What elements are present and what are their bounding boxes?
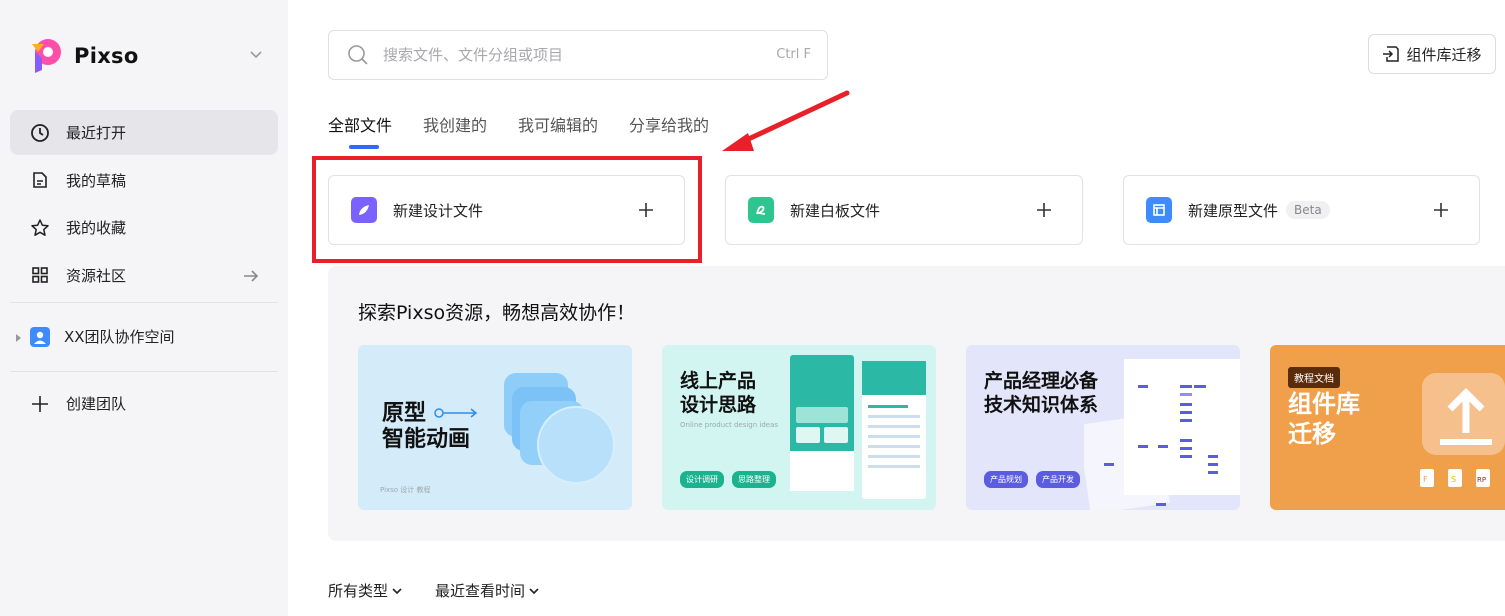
sidebar-item-favorites[interactable]: 我的收藏: [10, 205, 278, 250]
sidebar-nav: 最近打开 我的草稿 我的收藏 资源社区 XX团队协作空间 创建团队: [10, 110, 278, 432]
brand-name: Pixso: [74, 44, 139, 68]
chevron-down-icon: [529, 587, 539, 594]
whiteboard-icon: [748, 197, 774, 223]
team-avatar-icon: [30, 326, 50, 347]
create-team-button[interactable]: 创建团队: [10, 376, 278, 432]
banner-title-line1: 原型: [382, 401, 427, 426]
banner-tag: 产品开发: [1036, 471, 1080, 488]
svg-text:RP: RP: [1477, 476, 1486, 484]
arrow-right-icon: [244, 269, 259, 282]
plus-icon: [32, 395, 48, 412]
tab-created-by-me[interactable]: 我创建的: [423, 112, 487, 148]
banner-title-line2: 技术知识体系: [984, 394, 1099, 416]
new-whiteboard-file-label: 新建白板文件: [790, 201, 881, 220]
banner-prototype-animation[interactable]: 原型 智能动画 Pixso 设计 教程: [358, 345, 632, 510]
mobile-mockups-icon: [790, 355, 926, 499]
banner-component-migration[interactable]: 教程文档 组件库 迁移 F S RP: [1270, 345, 1505, 510]
explore-panel: 探索Pixso资源，畅想高效协作！ 原型 智能动画 Pixso 设计 教程 线上…: [328, 266, 1505, 541]
sidebar-item-team[interactable]: XX团队协作空间: [10, 307, 278, 367]
sidebar-item-label: 我的收藏: [66, 219, 127, 237]
banner-title-line2: 智能动画: [382, 427, 471, 452]
svg-text:F: F: [1423, 475, 1428, 484]
banner-tag: 设计调研: [680, 471, 724, 488]
sidebar-item-label: 我的草稿: [66, 171, 127, 190]
brand[interactable]: Pixso: [28, 36, 139, 76]
banner-title-line1: 线上产品: [680, 370, 757, 392]
sidebar: Pixso 最近打开 我的草稿 我的收藏 资源社区 XX团队协作空间 创建团队: [0, 0, 288, 616]
banner-badge: 教程文档: [1288, 367, 1340, 388]
type-filter-label: 所有类型: [328, 582, 389, 600]
clock-icon: [31, 123, 49, 142]
banner-subtitle: Online product design ideas: [680, 421, 779, 429]
explore-title: 探索Pixso资源，畅想高效协作！: [358, 302, 636, 324]
search-input[interactable]: [383, 46, 753, 64]
plus-icon[interactable]: [1431, 200, 1451, 220]
sidebar-divider: [10, 301, 278, 303]
search-bar[interactable]: Ctrl F: [328, 30, 828, 80]
draft-icon: [33, 172, 47, 188]
banner-title-line2: 设计思路: [680, 394, 757, 416]
mindmap-icon: [1084, 359, 1240, 510]
sidebar-item-recent[interactable]: 最近打开: [10, 110, 278, 155]
app-root: Pixso 最近打开 我的草稿 我的收藏 资源社区 XX团队协作空间 创建团队 …: [0, 0, 1505, 616]
migrate-label: 组件库迁移: [1406, 45, 1482, 64]
tab-editable[interactable]: 我可编辑的: [518, 112, 598, 148]
file-filters: 所有类型 最近查看时间: [328, 580, 572, 601]
file-tabs: 全部文件 我创建的 我可编辑的 分享给我的: [328, 112, 740, 149]
chevron-down-icon[interactable]: [248, 46, 264, 62]
banner-pm-tech-knowledge[interactable]: 产品经理必备 技术知识体系 产品规划 产品开发: [966, 345, 1240, 510]
prototype-icon: [1146, 197, 1172, 223]
layered-cards-icon: [504, 373, 615, 484]
grid-icon: [32, 267, 48, 283]
sidebar-item-label: 资源社区: [66, 266, 127, 285]
sort-filter-dropdown[interactable]: 最近查看时间: [435, 580, 540, 601]
banner-title-line1: 产品经理必备: [984, 370, 1099, 392]
banner-title-line2: 迁移: [1288, 420, 1336, 448]
pixso-logo-icon: [32, 39, 61, 73]
svg-text:S: S: [1451, 475, 1456, 484]
connector-arrow-icon: [434, 408, 478, 418]
team-label: XX团队协作空间: [64, 328, 175, 346]
annotation-highlight-box: [312, 156, 702, 263]
new-prototype-file-card[interactable]: 新建原型文件 Beta: [1123, 175, 1480, 245]
import-icon: [1383, 46, 1400, 62]
banner-online-product-design[interactable]: 线上产品 设计思路 Online product design ideas 设计…: [662, 345, 936, 510]
sidebar-item-drafts[interactable]: 我的草稿: [10, 158, 278, 203]
tab-all-files[interactable]: 全部文件: [328, 112, 392, 149]
beta-badge: Beta: [1286, 201, 1330, 219]
component-migrate-button[interactable]: 组件库迁移: [1368, 34, 1496, 74]
banner-title-line1: 组件库: [1288, 390, 1360, 418]
star-icon: [31, 218, 49, 236]
upload-icon: F S RP: [1420, 373, 1505, 487]
banner-tag: 思路整理: [732, 471, 776, 488]
type-filter-dropdown[interactable]: 所有类型: [328, 580, 403, 601]
plus-icon[interactable]: [1034, 200, 1054, 220]
sidebar-item-label: 最近打开: [66, 124, 127, 142]
search-icon: [348, 45, 368, 65]
search-shortcut: Ctrl F: [776, 47, 811, 62]
annotation-arrow-icon: [722, 90, 850, 151]
chevron-down-icon: [392, 587, 402, 594]
sidebar-divider: [10, 370, 278, 372]
banner-tag: 产品规划: [984, 471, 1028, 488]
banner-footer: Pixso 设计 教程: [380, 486, 431, 494]
new-prototype-file-label: 新建原型文件: [1188, 201, 1279, 220]
sort-filter-label: 最近查看时间: [435, 582, 526, 600]
sidebar-item-community[interactable]: 资源社区: [10, 253, 278, 298]
new-whiteboard-file-card[interactable]: 新建白板文件: [725, 175, 1083, 245]
tab-shared-with-me[interactable]: 分享给我的: [629, 112, 709, 148]
create-team-label: 创建团队: [66, 395, 127, 413]
caret-right-icon[interactable]: [16, 333, 21, 342]
